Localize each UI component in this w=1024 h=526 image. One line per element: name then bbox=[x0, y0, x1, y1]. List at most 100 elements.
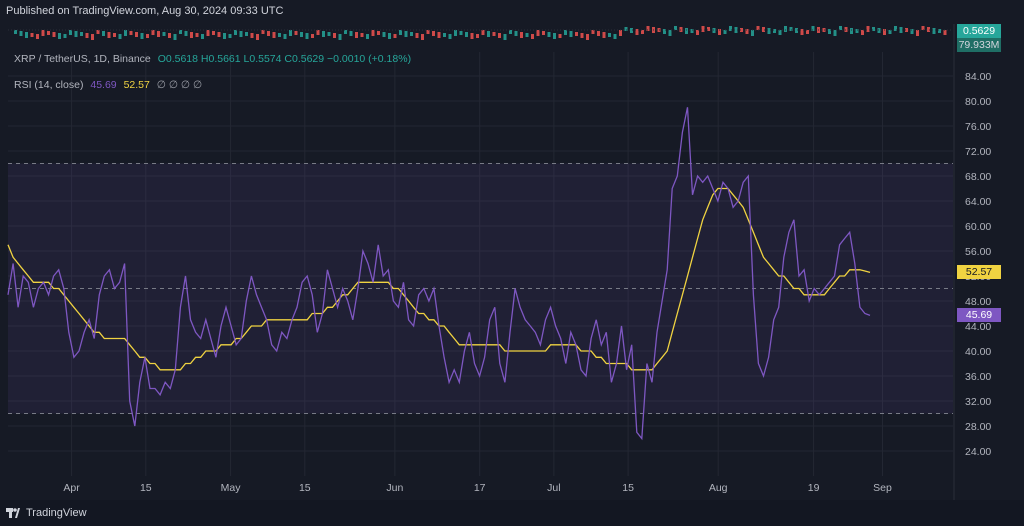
candle bbox=[943, 30, 947, 35]
candle bbox=[261, 30, 265, 34]
candle bbox=[311, 34, 314, 38]
candle bbox=[751, 30, 754, 36]
candle bbox=[443, 33, 446, 37]
candle bbox=[74, 31, 78, 37]
candle bbox=[685, 28, 688, 34]
candle bbox=[41, 30, 45, 36]
candle bbox=[619, 30, 622, 36]
candle bbox=[564, 30, 567, 35]
candle bbox=[833, 30, 837, 36]
ma-value-badge: 52.57 bbox=[957, 265, 1001, 280]
rsi-chart[interactable]: 84.00 80.00 76.00 72.00 68.00 64.00 60.00 56.00… bbox=[0, 24, 1024, 500]
y-tick-label: 60.00 bbox=[965, 221, 991, 233]
candle bbox=[520, 32, 523, 38]
candle bbox=[921, 26, 925, 30]
candle bbox=[723, 30, 727, 34]
candle bbox=[217, 32, 221, 37]
volume-badge: 79.933M bbox=[957, 38, 1001, 52]
chart-panel[interactable]: 84.00 80.00 76.00 72.00 68.00 64.00 60.00 56.00… bbox=[0, 24, 1024, 500]
candle bbox=[19, 31, 23, 36]
candle bbox=[432, 31, 435, 36]
candle bbox=[30, 33, 34, 37]
x-tick-label: May bbox=[221, 482, 242, 494]
candle bbox=[580, 33, 584, 38]
x-tick-label: 15 bbox=[299, 482, 311, 494]
candle bbox=[272, 32, 276, 38]
candle bbox=[498, 33, 501, 38]
candle bbox=[327, 32, 331, 36]
candle bbox=[531, 34, 534, 39]
indicator-flags: ∅ ∅ ∅ ∅ bbox=[156, 79, 203, 91]
y-tick-label: 76.00 bbox=[965, 121, 991, 133]
time-scale[interactable]: Apr 15 May 15 Jun 17 Jul 15 Aug 19 Sep bbox=[63, 482, 892, 494]
candle bbox=[25, 32, 28, 38]
candle bbox=[459, 31, 463, 35]
candle bbox=[399, 30, 402, 35]
candle bbox=[349, 31, 353, 36]
candle bbox=[371, 30, 375, 36]
candle bbox=[195, 33, 199, 37]
y-tick-label: 24.00 bbox=[965, 446, 991, 458]
candle bbox=[113, 33, 116, 37]
candle bbox=[85, 33, 89, 38]
candle bbox=[223, 33, 226, 39]
candle bbox=[206, 30, 210, 36]
candle bbox=[294, 31, 298, 35]
y-tick-label: 28.00 bbox=[965, 421, 991, 433]
candle bbox=[278, 33, 281, 37]
candle bbox=[553, 33, 556, 39]
y-tick-label: 72.00 bbox=[965, 146, 991, 158]
candle bbox=[80, 32, 83, 36]
candle bbox=[36, 34, 39, 39]
y-tick-label: 64.00 bbox=[965, 196, 991, 208]
candle bbox=[916, 30, 919, 36]
candle bbox=[861, 30, 864, 35]
candle bbox=[608, 33, 611, 37]
candle bbox=[124, 30, 127, 36]
ma-legend-value: 52.57 bbox=[123, 79, 150, 91]
rsi-value-badge: 45.69 bbox=[957, 308, 1001, 323]
indicator-name: RSI (14, close) bbox=[14, 79, 84, 91]
candle bbox=[701, 26, 705, 32]
candle bbox=[415, 33, 419, 38]
candle bbox=[14, 30, 17, 34]
candle bbox=[245, 32, 248, 36]
candle bbox=[503, 34, 507, 40]
candle bbox=[487, 31, 490, 37]
candle bbox=[421, 34, 424, 40]
candle bbox=[360, 33, 364, 37]
candle bbox=[591, 30, 595, 34]
candle bbox=[283, 34, 287, 39]
rsi-legend[interactable]: RSI (14, close) 45.69 52.57 ∅ ∅ ∅ ∅ bbox=[14, 79, 202, 91]
candle bbox=[96, 30, 100, 34]
y-tick-label: 68.00 bbox=[965, 171, 991, 183]
candle bbox=[597, 31, 600, 36]
candle bbox=[239, 31, 243, 37]
y-tick-label: 80.00 bbox=[965, 96, 991, 108]
candle bbox=[448, 34, 452, 39]
candle bbox=[305, 33, 309, 39]
candle bbox=[932, 28, 936, 34]
candle bbox=[393, 34, 397, 38]
footer-bar: TradingView bbox=[0, 500, 1024, 526]
candle bbox=[129, 31, 133, 35]
candle bbox=[547, 32, 551, 37]
candle bbox=[470, 33, 474, 39]
candle bbox=[300, 32, 303, 37]
candle bbox=[866, 26, 870, 32]
candle bbox=[228, 34, 232, 38]
last-price-badge: 0.5629 bbox=[957, 24, 1001, 38]
candle bbox=[184, 31, 188, 36]
candle bbox=[316, 30, 320, 35]
candle bbox=[102, 31, 105, 36]
price-candles-strip bbox=[8, 26, 953, 40]
symbol-legend[interactable]: XRP / TetherUS, 1D, Binance O0.5618 H0.5… bbox=[14, 53, 411, 65]
candle bbox=[91, 34, 94, 40]
candle bbox=[536, 30, 540, 36]
y-tick-label: 36.00 bbox=[965, 371, 991, 383]
candle bbox=[388, 33, 391, 39]
candle bbox=[52, 32, 56, 37]
candle bbox=[668, 30, 672, 36]
y-tick-label: 32.00 bbox=[965, 396, 991, 408]
candle bbox=[674, 26, 677, 30]
